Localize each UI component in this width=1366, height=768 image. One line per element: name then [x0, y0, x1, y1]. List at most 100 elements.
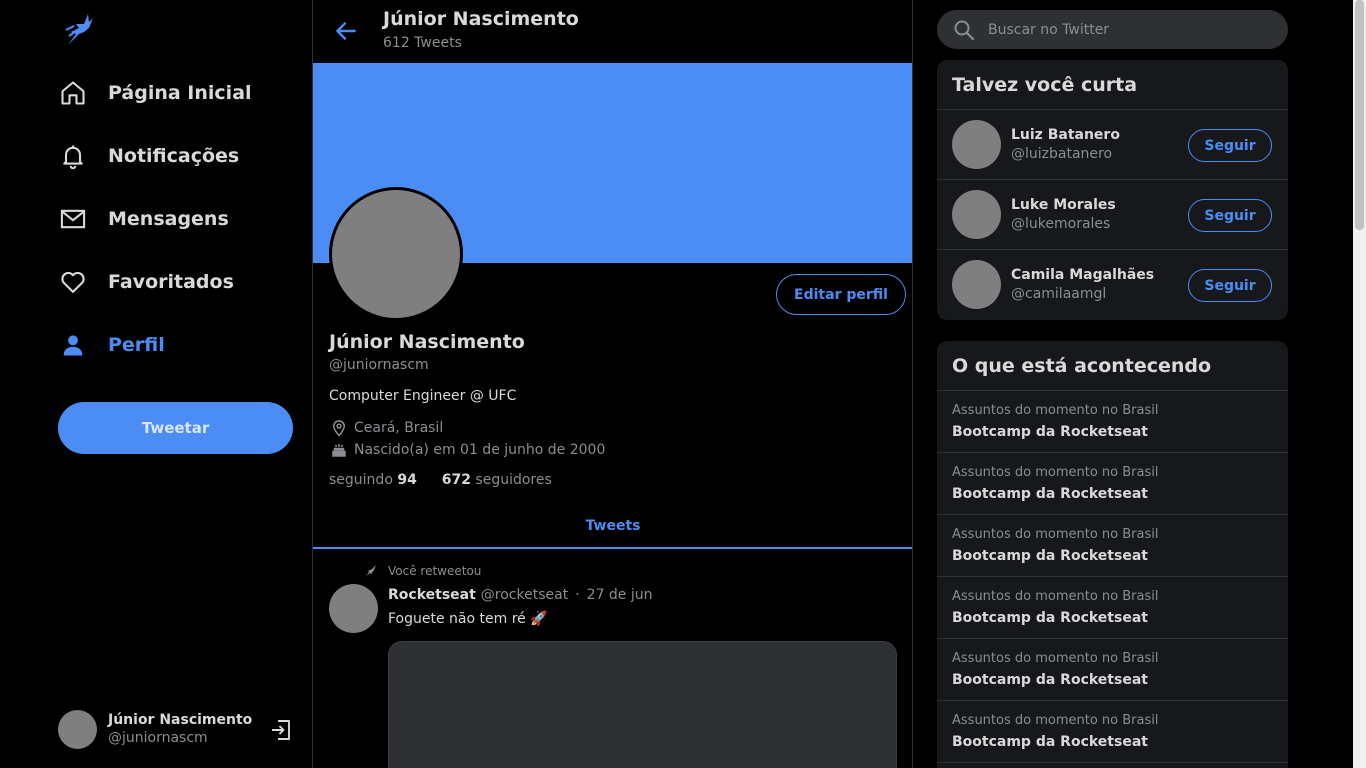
trend-title: Bootcamp da Rocketseat [952, 610, 1148, 626]
trend-item[interactable]: Assuntos do momento no Brasil Bootcamp d… [937, 515, 1288, 577]
nav-item-notifications[interactable]: Notificações [58, 136, 239, 176]
cake-icon [329, 440, 349, 460]
page-title: Júnior Nascimento [383, 8, 579, 30]
follow-button[interactable]: Seguir [1188, 269, 1272, 302]
following-link[interactable]: seguindo 94 [329, 472, 417, 488]
trend-item[interactable]: Assuntos do momento no Brasil Bootcamp d… [937, 391, 1288, 453]
follow-suggestion[interactable]: Luke Morales @lukemorales Seguir [937, 180, 1288, 250]
retweet-note: Você retweetou [388, 564, 482, 578]
nav-item-label: Mensagens [108, 208, 229, 230]
suggestion-name: Luiz Batanero [1011, 127, 1120, 143]
who-to-follow-title: Talvez você curta [937, 60, 1288, 110]
tweet-header: Rocketseat @rocketseat · 27 de jun [388, 587, 653, 603]
mail-icon [58, 204, 88, 234]
nav-item-favorites[interactable]: Favoritados [58, 262, 234, 302]
nav-item-profile[interactable]: Perfil [58, 325, 165, 365]
arrow-left-icon[interactable] [333, 18, 359, 44]
profile-main: Júnior Nascimento 612 Tweets Editar perf… [312, 0, 913, 768]
trend-context: Assuntos do momento no Brasil [952, 589, 1159, 604]
location-pin-icon [329, 418, 349, 438]
retweet-indicator: Você retweetou [363, 563, 481, 579]
nav-item-label: Favoritados [108, 271, 234, 293]
account-handle: @juniornascm [108, 729, 208, 746]
location-text: Ceará, Brasil [354, 420, 444, 436]
following-count: 94 [397, 472, 417, 488]
tweet-media[interactable] [388, 641, 897, 768]
tweet-date[interactable]: 27 de jun [587, 587, 653, 603]
profile-birthday: Nascido(a) em 01 de junho de 2000 [329, 440, 605, 460]
logout-icon[interactable] [269, 718, 293, 742]
profile-location: Ceará, Brasil [329, 418, 443, 438]
nav-item-messages[interactable]: Mensagens [58, 199, 229, 239]
account-switcher[interactable]: Júnior Nascimento @juniornascm [58, 708, 298, 750]
trend-item[interactable]: Assuntos do momento no Brasil Bootcamp d… [937, 701, 1288, 763]
trend-title: Bootcamp da Rocketseat [952, 548, 1148, 564]
profile-avatar[interactable] [329, 187, 463, 321]
nav-item-label: Notificações [108, 145, 240, 167]
profile-handle: @juniornascm [329, 357, 429, 373]
tweet-author[interactable]: Rocketseat [388, 587, 476, 603]
trend-context: Assuntos do momento no Brasil [952, 651, 1159, 666]
avatar[interactable] [329, 584, 378, 633]
suggestion-handle: @camilaamgl [1011, 286, 1107, 302]
heart-icon [58, 267, 88, 297]
trend-title: Bootcamp da Rocketseat [952, 424, 1148, 440]
profile-name: Júnior Nascimento [329, 331, 525, 353]
trend-item[interactable]: Assuntos do momento no Brasil Bootcamp d… [937, 453, 1288, 515]
trend-item[interactable]: Assuntos do momento no Brasil Bootcamp d… [937, 577, 1288, 639]
scrollbar-thumb[interactable] [1355, 0, 1364, 230]
trend-title: Bootcamp da Rocketseat [952, 734, 1148, 750]
avatar [952, 120, 1001, 169]
birthday-text: Nascido(a) em 01 de junho de 2000 [354, 442, 606, 458]
profile-bio: Computer Engineer @ UFC [329, 388, 517, 404]
follow-stats: seguindo 94 672 seguidores [329, 472, 552, 488]
trends-card: O que está acontecendo Assuntos do momen… [937, 341, 1288, 768]
nav-item-label: Página Inicial [108, 82, 252, 104]
edit-profile-button[interactable]: Editar perfil [776, 274, 906, 315]
search-input[interactable] [988, 21, 1268, 38]
search-bar[interactable] [937, 10, 1288, 49]
following-label: seguindo [329, 472, 393, 488]
nav-item-label: Perfil [108, 334, 165, 356]
profile-header: Júnior Nascimento 612 Tweets [313, 0, 912, 63]
followers-link[interactable]: 672 seguidores [442, 472, 552, 488]
followers-label: seguidores [475, 472, 552, 488]
search-icon [954, 20, 975, 40]
follow-suggestion[interactable]: Luiz Batanero @luizbatanero Seguir [937, 110, 1288, 180]
tweet-text: Foguete não tem ré 🚀 [388, 611, 548, 627]
person-icon [58, 330, 88, 360]
trend-item[interactable]: Assuntos do momento no Brasil Bootcamp d… [937, 639, 1288, 701]
tweet-handle: @rocketseat [480, 587, 569, 603]
follow-button[interactable]: Seguir [1188, 199, 1272, 232]
bird-icon[interactable] [64, 12, 94, 46]
trend-title: Bootcamp da Rocketseat [952, 486, 1148, 502]
follow-suggestion[interactable]: Camila Magalhães @camilaamgl Seguir [937, 250, 1288, 320]
avatar [952, 260, 1001, 309]
suggestion-handle: @luizbatanero [1011, 146, 1113, 162]
right-sidebar: Talvez você curta Luiz Batanero @luizbat… [913, 0, 1353, 768]
avatar [952, 190, 1001, 239]
rocket-icon [366, 565, 376, 576]
suggestion-name: Camila Magalhães [1011, 267, 1155, 283]
follow-button[interactable]: Seguir [1188, 129, 1272, 162]
left-sidebar: Página Inicial Notificações Mensagens Fa… [0, 0, 312, 768]
tweet-count: 612 Tweets [383, 35, 462, 51]
trend-context: Assuntos do momento no Brasil [952, 465, 1159, 480]
trend-context: Assuntos do momento no Brasil [952, 527, 1159, 542]
page-scrollbar[interactable] [1353, 0, 1366, 768]
suggestion-name: Luke Morales [1011, 197, 1116, 213]
trend-context: Assuntos do momento no Brasil [952, 403, 1159, 418]
tweet-item[interactable]: Você retweetou Rocketseat @rocketseat · 27 … [313, 549, 912, 768]
home-icon [58, 78, 88, 108]
tweet-button[interactable]: Tweetar [58, 402, 293, 454]
tweet-separator: · [575, 587, 580, 603]
tab-tweets[interactable]: Tweets [313, 505, 912, 549]
bell-icon [58, 141, 88, 171]
who-to-follow-card: Talvez você curta Luiz Batanero @luizbat… [937, 60, 1288, 320]
account-info: Júnior Nascimento @juniornascm [108, 711, 252, 748]
suggestion-handle: @lukemorales [1011, 216, 1111, 232]
followers-count: 672 [441, 472, 471, 488]
trend-context: Assuntos do momento no Brasil [952, 713, 1159, 728]
nav-item-home[interactable]: Página Inicial [58, 73, 252, 113]
avatar [58, 709, 97, 749]
